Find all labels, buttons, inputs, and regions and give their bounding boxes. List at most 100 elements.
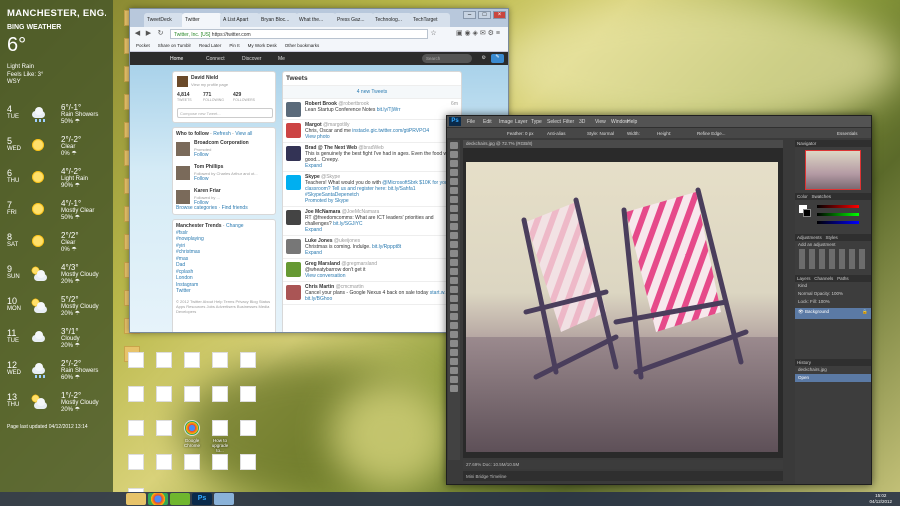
ps-menu-item[interactable]: Help: [627, 119, 637, 125]
ps-tool-icon[interactable]: [450, 223, 458, 230]
ps-tool-icon[interactable]: [450, 250, 458, 257]
adjustment-icons[interactable]: [799, 249, 867, 269]
tweet[interactable]: Skype @Skype Teachers! What would you do …: [283, 172, 461, 207]
adjustments-tab[interactable]: Adjustments: [797, 235, 822, 240]
maximize-button[interactable]: □: [478, 11, 491, 19]
tweet-action[interactable]: Expand: [305, 227, 322, 233]
profile-name[interactable]: David Nield: [191, 75, 218, 81]
ps-menu-item[interactable]: Image: [499, 119, 513, 125]
browser-tab[interactable]: TweetDeck: [144, 13, 184, 27]
tweet[interactable]: Robert Brook @robertbrook 6m Lean Startup …: [283, 99, 461, 120]
browser-tab[interactable]: Technolog...: [372, 13, 412, 27]
browser-tab[interactable]: Twitter: [182, 13, 222, 27]
nav-home[interactable]: Home: [170, 56, 183, 62]
layer-background[interactable]: 👁 Background 🔒: [795, 308, 871, 319]
ps-option[interactable]: Width:: [627, 131, 640, 136]
navigator-thumbnail[interactable]: [805, 150, 861, 190]
tweet[interactable]: Chris Martin @cmcmartin Cancel your plans…: [283, 282, 461, 305]
ps-option[interactable]: Refine Edge...: [697, 131, 726, 136]
deckchairs-photo[interactable]: [466, 162, 778, 452]
bookmark-item[interactable]: Share on Tumblr: [158, 43, 191, 48]
desktop-icon[interactable]: [236, 420, 260, 438]
document-tab[interactable]: deckchairs.jpg @ 72.7% (RGB/8): [463, 140, 783, 148]
weather-city[interactable]: MANCHESTER, ENG...: [7, 8, 106, 19]
new-tweets-bar[interactable]: 4 new Tweets: [283, 86, 461, 99]
layer-kind-filter[interactable]: Kind: [795, 282, 871, 290]
ps-tool-icon[interactable]: [450, 313, 458, 320]
ps-tool-icon[interactable]: [450, 322, 458, 329]
photoshop-taskbar-icon[interactable]: Ps: [192, 493, 212, 505]
explorer-taskbar-icon[interactable]: [126, 493, 146, 505]
desktop-icon[interactable]: [208, 352, 232, 370]
forecast-day[interactable]: 5 WED 2°/-2° Clear 0% ☂: [7, 136, 111, 168]
bookmark-item[interactable]: Pocket: [136, 43, 150, 48]
desktop-icon[interactable]: [236, 454, 260, 472]
desktop-icon[interactable]: [180, 352, 204, 370]
bookmark-item[interactable]: Other bookmarks: [285, 43, 320, 48]
swatches-tab[interactable]: Swatches: [812, 194, 832, 199]
remote-desktop-taskbar-icon[interactable]: [214, 493, 234, 505]
layer-eye-icon[interactable]: 👁: [798, 309, 804, 314]
ps-menu-item[interactable]: Filter: [563, 119, 574, 125]
star-icon[interactable]: ☆: [429, 29, 438, 38]
browser-tab[interactable]: What the...: [296, 13, 336, 27]
mini-bridge-bar[interactable]: Mini Bridge Timeline: [463, 471, 783, 481]
ps-option[interactable]: Essentials: [837, 131, 858, 136]
desktop-icon[interactable]: How to upgrade to...: [208, 420, 232, 453]
ps-menu-item[interactable]: Type: [531, 119, 542, 125]
tweet-avatar[interactable]: [286, 146, 301, 161]
tweet-action[interactable]: Expand: [305, 163, 322, 169]
desktop-icon[interactable]: [208, 454, 232, 472]
ps-option[interactable]: Feather: 0 px: [507, 131, 534, 136]
desktop-icon[interactable]: [152, 386, 176, 404]
tweet-avatar[interactable]: [286, 123, 301, 138]
follow-button[interactable]: Follow: [194, 176, 208, 182]
fill-field[interactable]: Fill: 100%: [810, 299, 830, 304]
photoshop-window[interactable]: Ps File Edit Image Layer Type Select Filter 3D V…: [446, 115, 872, 485]
compose-tweet-button[interactable]: ✎: [491, 54, 504, 63]
ps-menu-item[interactable]: View: [595, 119, 606, 125]
history-panel-header[interactable]: History: [795, 359, 871, 366]
blue-slider[interactable]: [817, 221, 859, 224]
forecast-day[interactable]: 10 MON 5°/2° Mostly Cloudy 20% ☂: [7, 296, 111, 328]
forecast-day[interactable]: 8 SAT 2°/2° Clear 0% ☂: [7, 232, 111, 264]
desktop-icon[interactable]: [180, 454, 204, 472]
forecast-day[interactable]: 12 WED 2°/-2° Rain Showers 60% ☂: [7, 360, 111, 392]
browser-tab[interactable]: Press Gaz...: [334, 13, 374, 27]
ps-option[interactable]: Anti-alias: [547, 131, 566, 136]
ps-tool-icon[interactable]: [450, 286, 458, 293]
opacity-field[interactable]: Opacity: 100%: [814, 291, 843, 296]
ps-menu-item[interactable]: Edit: [483, 119, 492, 125]
view-all-link[interactable]: View all: [235, 131, 252, 137]
suggestion-item[interactable]: Tom Phillips Followed by Charles Arthur a…: [176, 164, 272, 185]
browser-tab[interactable]: TechTarget: [410, 13, 450, 27]
desktop-icon[interactable]: [124, 454, 148, 472]
desktop-icon[interactable]: [124, 386, 148, 404]
bookmark-item[interactable]: Read Later: [199, 43, 221, 48]
paths-tab[interactable]: Paths: [837, 276, 849, 281]
blend-mode-select[interactable]: Normal: [798, 291, 813, 296]
channels-tab[interactable]: Channels: [814, 276, 833, 281]
address-bar[interactable]: Twitter, Inc. [US] https://twitter.com: [170, 29, 428, 39]
ps-tool-icon[interactable]: [450, 151, 458, 158]
ps-tool-icon[interactable]: [450, 349, 458, 356]
ps-tool-icon[interactable]: [450, 160, 458, 167]
tweet-avatar[interactable]: [286, 210, 301, 225]
ps-menu-item[interactable]: File: [467, 119, 475, 125]
ps-tool-icon[interactable]: [450, 142, 458, 149]
profile-avatar[interactable]: [177, 76, 188, 87]
nav-connect[interactable]: Connect: [206, 56, 225, 62]
settings-icon[interactable]: ⚙: [482, 55, 486, 61]
ps-tool-icon[interactable]: [450, 376, 458, 383]
ps-tool-icon[interactable]: [450, 241, 458, 248]
desktop-icon[interactable]: Google Chrome: [180, 420, 204, 448]
close-button[interactable]: ×: [493, 11, 506, 19]
tweet[interactable]: Margot @margotlily Chris, Oscar and me in…: [283, 120, 461, 143]
ps-tool-icon[interactable]: [450, 268, 458, 275]
color-panel-header[interactable]: Color Swatches: [795, 193, 871, 200]
navigator-panel-header[interactable]: Navigator: [795, 140, 871, 147]
desktop-icon[interactable]: [208, 386, 232, 404]
tweet[interactable]: Joe McNamara @JoeMcNamara RT @freedomcomm…: [283, 207, 461, 236]
adjustments-header[interactable]: Adjustments Styles: [795, 234, 871, 241]
bookmark-item[interactable]: My Work Desk: [248, 43, 277, 48]
